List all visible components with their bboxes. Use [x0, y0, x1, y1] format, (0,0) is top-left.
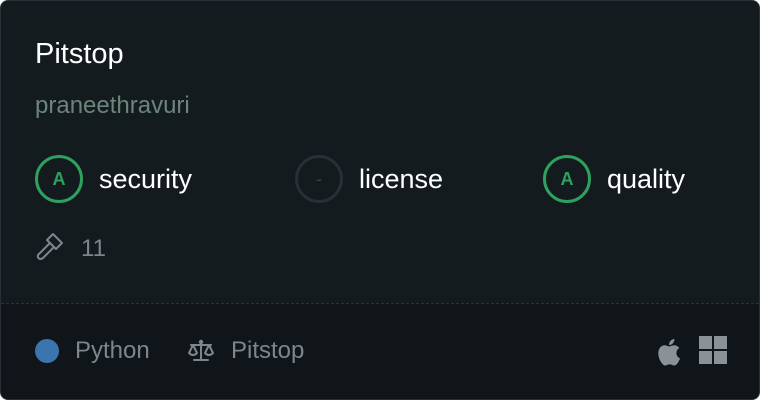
builds-count-value: 11	[81, 235, 106, 262]
license-label: license	[359, 163, 444, 194]
builds-count: 11	[35, 232, 106, 267]
license: Pitstop	[187, 335, 304, 367]
security-grade-badge: A	[35, 155, 83, 203]
score-license: - license	[295, 155, 443, 203]
repo-title[interactable]: Pitstop	[35, 37, 124, 71]
apple-icon	[658, 338, 681, 366]
quality-grade-badge: A	[543, 155, 591, 203]
score-quality: A quality	[543, 155, 685, 203]
quality-label: quality	[607, 163, 686, 194]
scale-icon	[188, 339, 214, 361]
license-grade-badge: -	[295, 155, 343, 203]
windows-icon	[699, 336, 727, 364]
language-color-dot	[35, 339, 59, 363]
repo-card[interactable]: Pitstop praneethravuri A security - lice…	[0, 0, 760, 400]
security-label: security	[99, 163, 193, 194]
license-name: Pitstop	[231, 337, 305, 364]
language: Python	[35, 335, 150, 367]
repo-owner[interactable]: praneethravuri	[35, 91, 190, 121]
hammer-icon	[35, 232, 65, 267]
score-security: A security	[35, 155, 192, 203]
language-label: Python	[75, 337, 150, 364]
